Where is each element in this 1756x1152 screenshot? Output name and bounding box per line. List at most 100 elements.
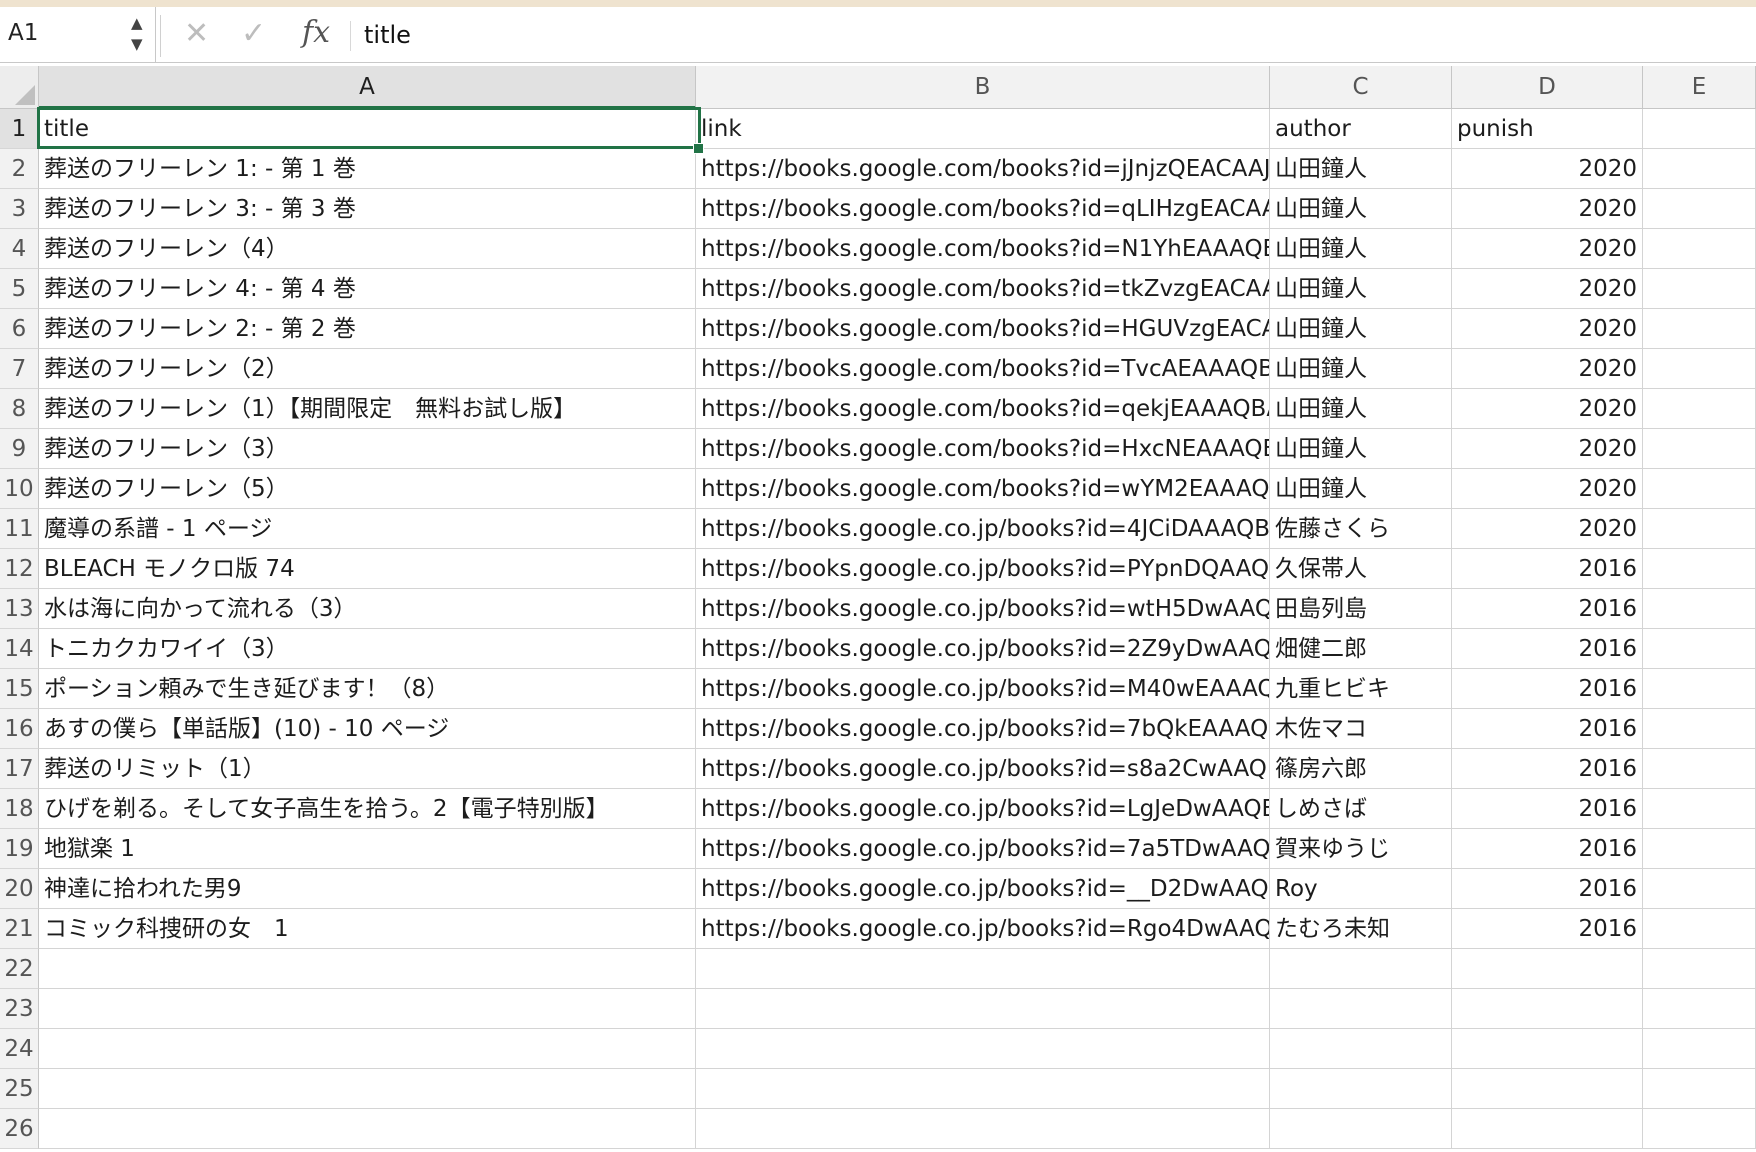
cell-b5[interactable]: https://books.google.com/books?id=tkZvzg… xyxy=(696,269,1270,309)
cell-a24[interactable] xyxy=(39,1029,696,1069)
cell-c15[interactable]: 九重ヒビキ xyxy=(1270,669,1452,709)
cell-c1[interactable]: author xyxy=(1270,109,1452,149)
cell-c22[interactable] xyxy=(1270,949,1452,989)
cell-b14[interactable]: https://books.google.co.jp/books?id=2Z9y… xyxy=(696,629,1270,669)
cell-b13[interactable]: https://books.google.co.jp/books?id=wtH5… xyxy=(696,589,1270,629)
cell-c18[interactable]: しめさば xyxy=(1270,789,1452,829)
row-header-16[interactable]: 16 xyxy=(0,709,39,749)
cell-b23[interactable] xyxy=(696,989,1270,1029)
cell-d6[interactable]: 2020 xyxy=(1452,309,1643,349)
row-header-24[interactable]: 24 xyxy=(0,1029,39,1069)
cell-d10[interactable]: 2020 xyxy=(1452,469,1643,509)
cell-e11[interactable] xyxy=(1643,509,1756,549)
cell-d25[interactable] xyxy=(1452,1069,1643,1109)
cell-c3[interactable]: 山田鐘人 xyxy=(1270,189,1452,229)
cell-a11[interactable]: 魔導の系譜 - 1 ページ xyxy=(39,509,696,549)
cell-e25[interactable] xyxy=(1643,1069,1756,1109)
cell-d26[interactable] xyxy=(1452,1109,1643,1149)
cell-e13[interactable] xyxy=(1643,589,1756,629)
cell-e1[interactable] xyxy=(1643,109,1756,149)
cell-e8[interactable] xyxy=(1643,389,1756,429)
cell-a3[interactable]: 葬送のフリーレン 3: - 第 3 巻 xyxy=(39,189,696,229)
row-header-18[interactable]: 18 xyxy=(0,789,39,829)
cell-c2[interactable]: 山田鐘人 xyxy=(1270,149,1452,189)
cell-c6[interactable]: 山田鐘人 xyxy=(1270,309,1452,349)
cell-a7[interactable]: 葬送のフリーレン（2） xyxy=(39,349,696,389)
cell-b16[interactable]: https://books.google.co.jp/books?id=7bQk… xyxy=(696,709,1270,749)
cell-b8[interactable]: https://books.google.com/books?id=qekjEA… xyxy=(696,389,1270,429)
cell-c9[interactable]: 山田鐘人 xyxy=(1270,429,1452,469)
cell-a21[interactable]: コミック科捜研の女 1 xyxy=(39,909,696,949)
row-header-14[interactable]: 14 xyxy=(0,629,39,669)
cell-e21[interactable] xyxy=(1643,909,1756,949)
cell-d2[interactable]: 2020 xyxy=(1452,149,1643,189)
cell-a8[interactable]: 葬送のフリーレン（1）【期間限定 無料お試し版】 xyxy=(39,389,696,429)
chevron-down-icon[interactable]: ▼ xyxy=(131,34,147,55)
cell-d9[interactable]: 2020 xyxy=(1452,429,1643,469)
cell-c8[interactable]: 山田鐘人 xyxy=(1270,389,1452,429)
cell-d8[interactable]: 2020 xyxy=(1452,389,1643,429)
confirm-icon[interactable]: ✓ xyxy=(241,17,266,51)
cell-b19[interactable]: https://books.google.co.jp/books?id=7a5T… xyxy=(696,829,1270,869)
cell-c20[interactable]: Roy xyxy=(1270,869,1452,909)
cell-c5[interactable]: 山田鐘人 xyxy=(1270,269,1452,309)
column-header-d[interactable]: D xyxy=(1452,66,1643,109)
column-header-a[interactable]: A xyxy=(39,66,696,109)
cell-b25[interactable] xyxy=(696,1069,1270,1109)
cell-a17[interactable]: 葬送のリミット（1） xyxy=(39,749,696,789)
cell-b12[interactable]: https://books.google.co.jp/books?id=PYpn… xyxy=(696,549,1270,589)
cell-a2[interactable]: 葬送のフリーレン 1: - 第 1 巻 xyxy=(39,149,696,189)
cell-e2[interactable] xyxy=(1643,149,1756,189)
cell-d3[interactable]: 2020 xyxy=(1452,189,1643,229)
cell-b7[interactable]: https://books.google.com/books?id=TvcAEA… xyxy=(696,349,1270,389)
cell-e14[interactable] xyxy=(1643,629,1756,669)
cell-a10[interactable]: 葬送のフリーレン（5） xyxy=(39,469,696,509)
row-header-17[interactable]: 17 xyxy=(0,749,39,789)
row-header-20[interactable]: 20 xyxy=(0,869,39,909)
cell-a19[interactable]: 地獄楽 1 xyxy=(39,829,696,869)
cell-a15[interactable]: ポーション頼みで生き延びます！（8） xyxy=(39,669,696,709)
cell-a13[interactable]: 水は海に向かって流れる（3） xyxy=(39,589,696,629)
column-header-e[interactable]: E xyxy=(1643,66,1756,109)
cell-b3[interactable]: https://books.google.com/books?id=qLIHzg… xyxy=(696,189,1270,229)
row-header-22[interactable]: 22 xyxy=(0,949,39,989)
name-box-stepper[interactable]: ▲ ▼ xyxy=(131,13,147,55)
cell-e4[interactable] xyxy=(1643,229,1756,269)
cell-c7[interactable]: 山田鐘人 xyxy=(1270,349,1452,389)
row-header-2[interactable]: 2 xyxy=(0,149,39,189)
cell-a26[interactable] xyxy=(39,1109,696,1149)
cell-d5[interactable]: 2020 xyxy=(1452,269,1643,309)
cell-c4[interactable]: 山田鐘人 xyxy=(1270,229,1452,269)
cell-d13[interactable]: 2016 xyxy=(1452,589,1643,629)
cell-d22[interactable] xyxy=(1452,949,1643,989)
cell-d12[interactable]: 2016 xyxy=(1452,549,1643,589)
cell-e7[interactable] xyxy=(1643,349,1756,389)
cell-d15[interactable]: 2016 xyxy=(1452,669,1643,709)
cell-d18[interactable]: 2016 xyxy=(1452,789,1643,829)
row-header-3[interactable]: 3 xyxy=(0,189,39,229)
cell-c11[interactable]: 佐藤さくら xyxy=(1270,509,1452,549)
cell-d1[interactable]: punish xyxy=(1452,109,1643,149)
row-header-9[interactable]: 9 xyxy=(0,429,39,469)
row-header-6[interactable]: 6 xyxy=(0,309,39,349)
select-all-triangle-icon[interactable] xyxy=(15,85,35,105)
row-header-1[interactable]: 1 xyxy=(0,109,39,149)
cell-b26[interactable] xyxy=(696,1109,1270,1149)
column-header-c[interactable]: C xyxy=(1270,66,1452,109)
row-header-25[interactable]: 25 xyxy=(0,1069,39,1109)
cell-a5[interactable]: 葬送のフリーレン 4: - 第 4 巻 xyxy=(39,269,696,309)
cell-b2[interactable]: https://books.google.com/books?id=jJnjzQ… xyxy=(696,149,1270,189)
cell-b21[interactable]: https://books.google.co.jp/books?id=Rgo4… xyxy=(696,909,1270,949)
cell-e15[interactable] xyxy=(1643,669,1756,709)
cell-e9[interactable] xyxy=(1643,429,1756,469)
row-header-15[interactable]: 15 xyxy=(0,669,39,709)
cell-c14[interactable]: 畑健二郎 xyxy=(1270,629,1452,669)
cell-d4[interactable]: 2020 xyxy=(1452,229,1643,269)
cell-b20[interactable]: https://books.google.co.jp/books?id=__D2… xyxy=(696,869,1270,909)
row-header-11[interactable]: 11 xyxy=(0,509,39,549)
name-box[interactable]: A1 ▲ ▼ xyxy=(0,7,156,62)
cell-e20[interactable] xyxy=(1643,869,1756,909)
cell-e23[interactable] xyxy=(1643,989,1756,1029)
name-box-value[interactable]: A1 xyxy=(8,20,38,46)
cell-d7[interactable]: 2020 xyxy=(1452,349,1643,389)
